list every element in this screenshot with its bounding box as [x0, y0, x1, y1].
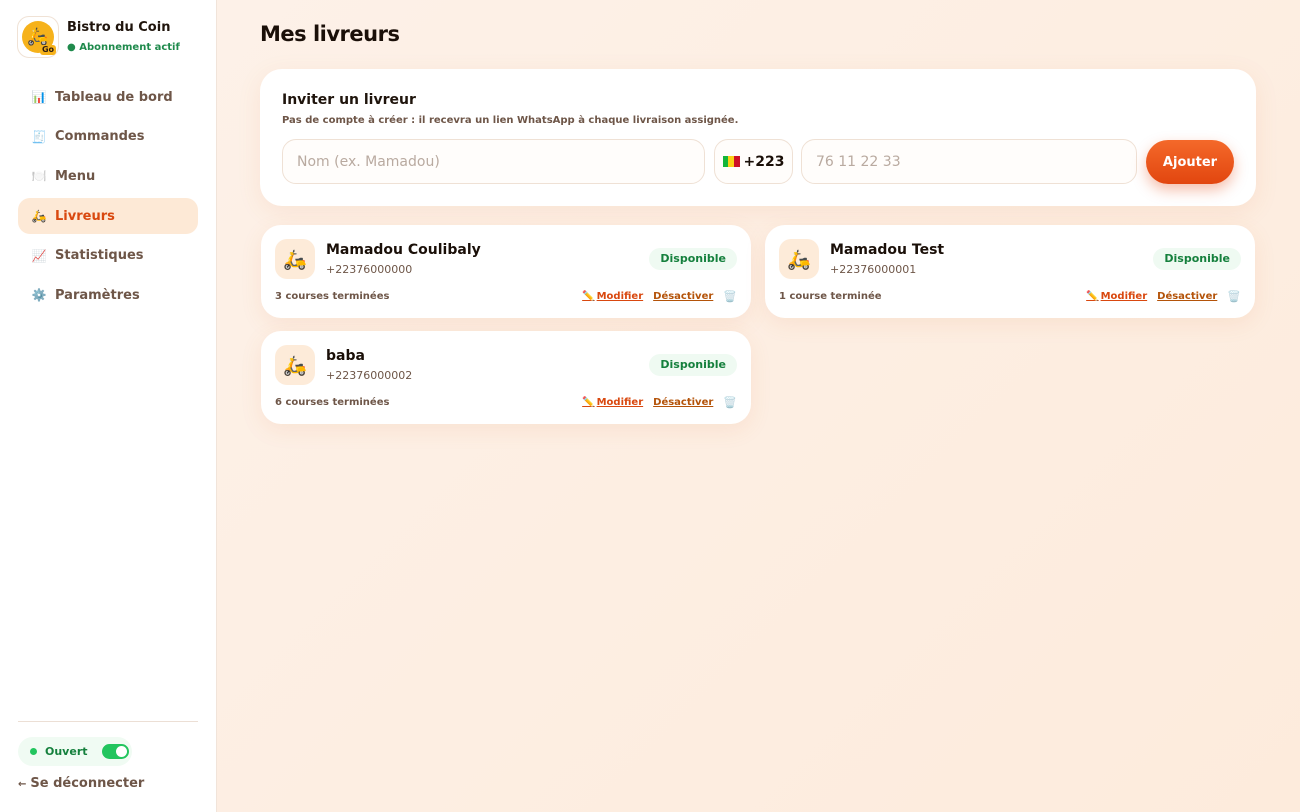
brand[interactable]: 🛵 Go Bistro du Coin ● Abonnement actif: [17, 16, 180, 58]
sidebar-item-label: Paramètres: [55, 287, 140, 303]
toggle-knob: [115, 746, 127, 757]
trash-icon[interactable]: 🗑️: [723, 290, 737, 303]
courier-card: 🛵 Mamadou Test +22376000001 Disponible 1…: [765, 225, 1255, 318]
scooter-icon: 🛵: [31, 209, 47, 224]
courier-name: Mamadou Test: [830, 242, 945, 258]
courier-card: 🛵 baba +22376000002 Disponible 6 courses…: [261, 331, 751, 424]
sidebar-item-dashboard[interactable]: 📊 Tableau de bord: [18, 79, 198, 115]
status-badge: Disponible: [649, 354, 737, 376]
scooter-icon: 🛵: [779, 239, 819, 279]
trash-icon[interactable]: 🗑️: [1227, 290, 1241, 303]
courier-phone: +22376000000: [326, 263, 413, 276]
open-status-toggle[interactable]: [101, 744, 129, 759]
courier-card: 🛵 Mamadou Coulibaly +22376000000 Disponi…: [261, 225, 751, 318]
restaurant-name: Bistro du Coin: [67, 19, 171, 35]
add-courier-button[interactable]: Ajouter: [1146, 140, 1234, 184]
edit-courier-button[interactable]: ✏️ Modifier: [582, 397, 643, 408]
sidebar-nav: 📊 Tableau de bord 🧾 Commandes 🍽️ Menu 🛵 …: [18, 79, 198, 317]
sidebar-item-orders[interactable]: 🧾 Commandes: [18, 119, 198, 155]
sidebar-item-label: Menu: [55, 168, 96, 184]
courier-name: Mamadou Coulibaly: [326, 242, 481, 258]
deactivate-courier-button[interactable]: Désactiver: [653, 397, 713, 408]
chart-icon: 📊: [31, 90, 47, 104]
deactivate-courier-button[interactable]: Désactiver: [1157, 291, 1217, 302]
receipt-icon: 🧾: [31, 129, 47, 144]
gear-icon: ⚙️: [31, 288, 47, 303]
sidebar-item-statistics[interactable]: 📈 Statistiques: [18, 238, 198, 274]
courier-phone-input[interactable]: [801, 139, 1137, 184]
main-content: Mes livreurs Inviter un livreur Pas de c…: [217, 0, 1300, 812]
courier-phone: +22376000001: [830, 263, 917, 276]
pencil-icon: ✏️: [582, 397, 595, 408]
courier-name: baba: [326, 348, 365, 364]
trend-chart-icon: 📈: [31, 248, 47, 263]
courier-actions: ✏️ Modifier Désactiver 🗑️: [572, 396, 737, 409]
edit-label: Modifier: [1100, 291, 1148, 302]
trash-icon[interactable]: 🗑️: [723, 396, 737, 409]
country-code-value: +223: [743, 153, 785, 170]
courier-actions: ✏️ Modifier Désactiver 🗑️: [572, 290, 737, 303]
logout-label: Se déconnecter: [30, 776, 145, 791]
status-badge: Disponible: [1153, 248, 1241, 270]
country-code-select[interactable]: +223: [714, 139, 793, 184]
invite-title: Inviter un livreur: [282, 92, 416, 108]
status-dot-icon: [30, 748, 37, 755]
pencil-icon: ✏️: [1086, 291, 1099, 302]
edit-courier-button[interactable]: ✏️ Modifier: [1086, 291, 1147, 302]
courier-name-input[interactable]: [282, 139, 705, 184]
arrow-left-icon: ←: [18, 779, 27, 790]
sidebar-item-label: Livreurs: [55, 208, 115, 224]
scooter-icon: 🛵: [275, 239, 315, 279]
edit-label: Modifier: [596, 397, 644, 408]
sidebar-divider: [18, 721, 198, 722]
scooter-icon: 🛵: [275, 345, 315, 385]
sidebar-item-settings[interactable]: ⚙️ Paramètres: [18, 277, 198, 313]
pencil-icon: ✏️: [582, 291, 595, 302]
brand-logo: 🛵 Go: [17, 16, 59, 58]
subscription-status: ● Abonnement actif: [67, 41, 180, 53]
invite-courier-card: Inviter un livreur Pas de compte à créer…: [260, 69, 1256, 206]
mali-flag-icon: [722, 156, 740, 167]
completed-count: 1 course terminée: [779, 291, 882, 302]
page-title: Mes livreurs: [260, 22, 400, 46]
sidebar-item-couriers[interactable]: 🛵 Livreurs: [18, 198, 198, 235]
logo-go-text: Go: [39, 45, 56, 55]
edit-label: Modifier: [596, 291, 644, 302]
status-badge: Disponible: [649, 248, 737, 270]
sidebar-item-label: Commandes: [55, 129, 145, 145]
sidebar-item-label: Statistiques: [55, 248, 144, 264]
scooter-logo-icon: 🛵 Go: [22, 21, 56, 55]
logout-link[interactable]: ← Se déconnecter: [18, 776, 144, 791]
edit-courier-button[interactable]: ✏️ Modifier: [582, 291, 643, 302]
invite-subtitle: Pas de compte à créer : il recevra un li…: [282, 115, 739, 126]
sidebar-item-label: Tableau de bord: [55, 89, 173, 105]
brand-text: Bistro du Coin ● Abonnement actif: [67, 19, 180, 56]
sidebar-item-menu[interactable]: 🍽️ Menu: [18, 158, 198, 194]
courier-phone: +22376000002: [326, 369, 413, 382]
courier-actions: ✏️ Modifier Désactiver 🗑️: [1076, 290, 1241, 303]
open-status-pill: Ouvert: [18, 737, 132, 766]
open-status-label: Ouvert: [45, 745, 88, 758]
sidebar: 🛵 Go Bistro du Coin ● Abonnement actif 📊 …: [0, 0, 217, 812]
completed-count: 3 courses terminées: [275, 291, 390, 302]
deactivate-courier-button[interactable]: Désactiver: [653, 291, 713, 302]
plate-icon: 🍽️: [31, 169, 47, 184]
completed-count: 6 courses terminées: [275, 397, 390, 408]
